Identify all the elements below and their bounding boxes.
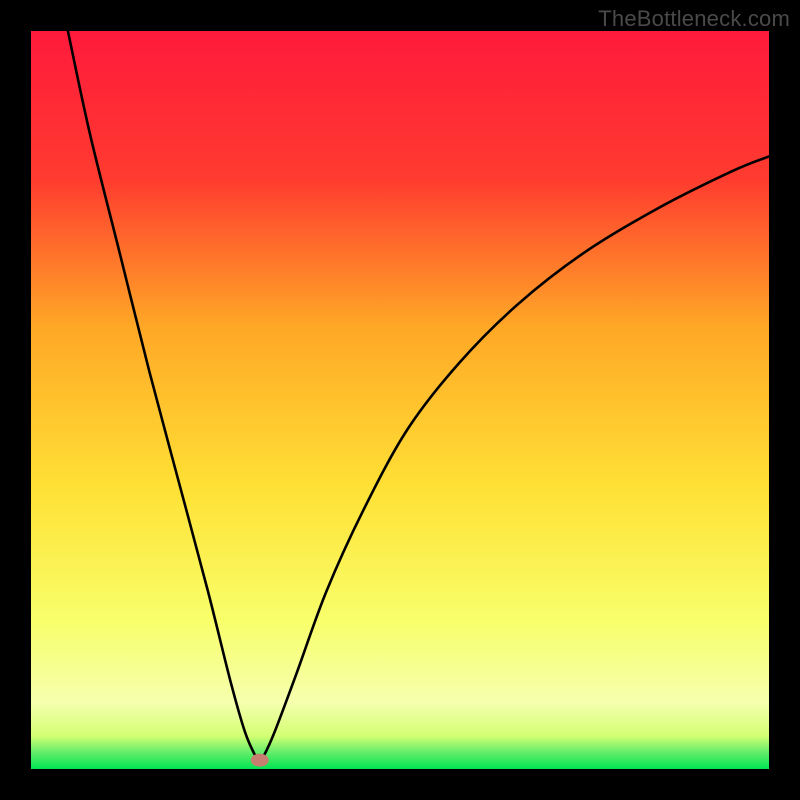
gradient-background [31,31,769,769]
watermark-text: TheBottleneck.com [598,6,790,32]
chart-frame: TheBottleneck.com [0,0,800,800]
optimum-marker [251,754,269,767]
bottleneck-chart [0,0,800,800]
